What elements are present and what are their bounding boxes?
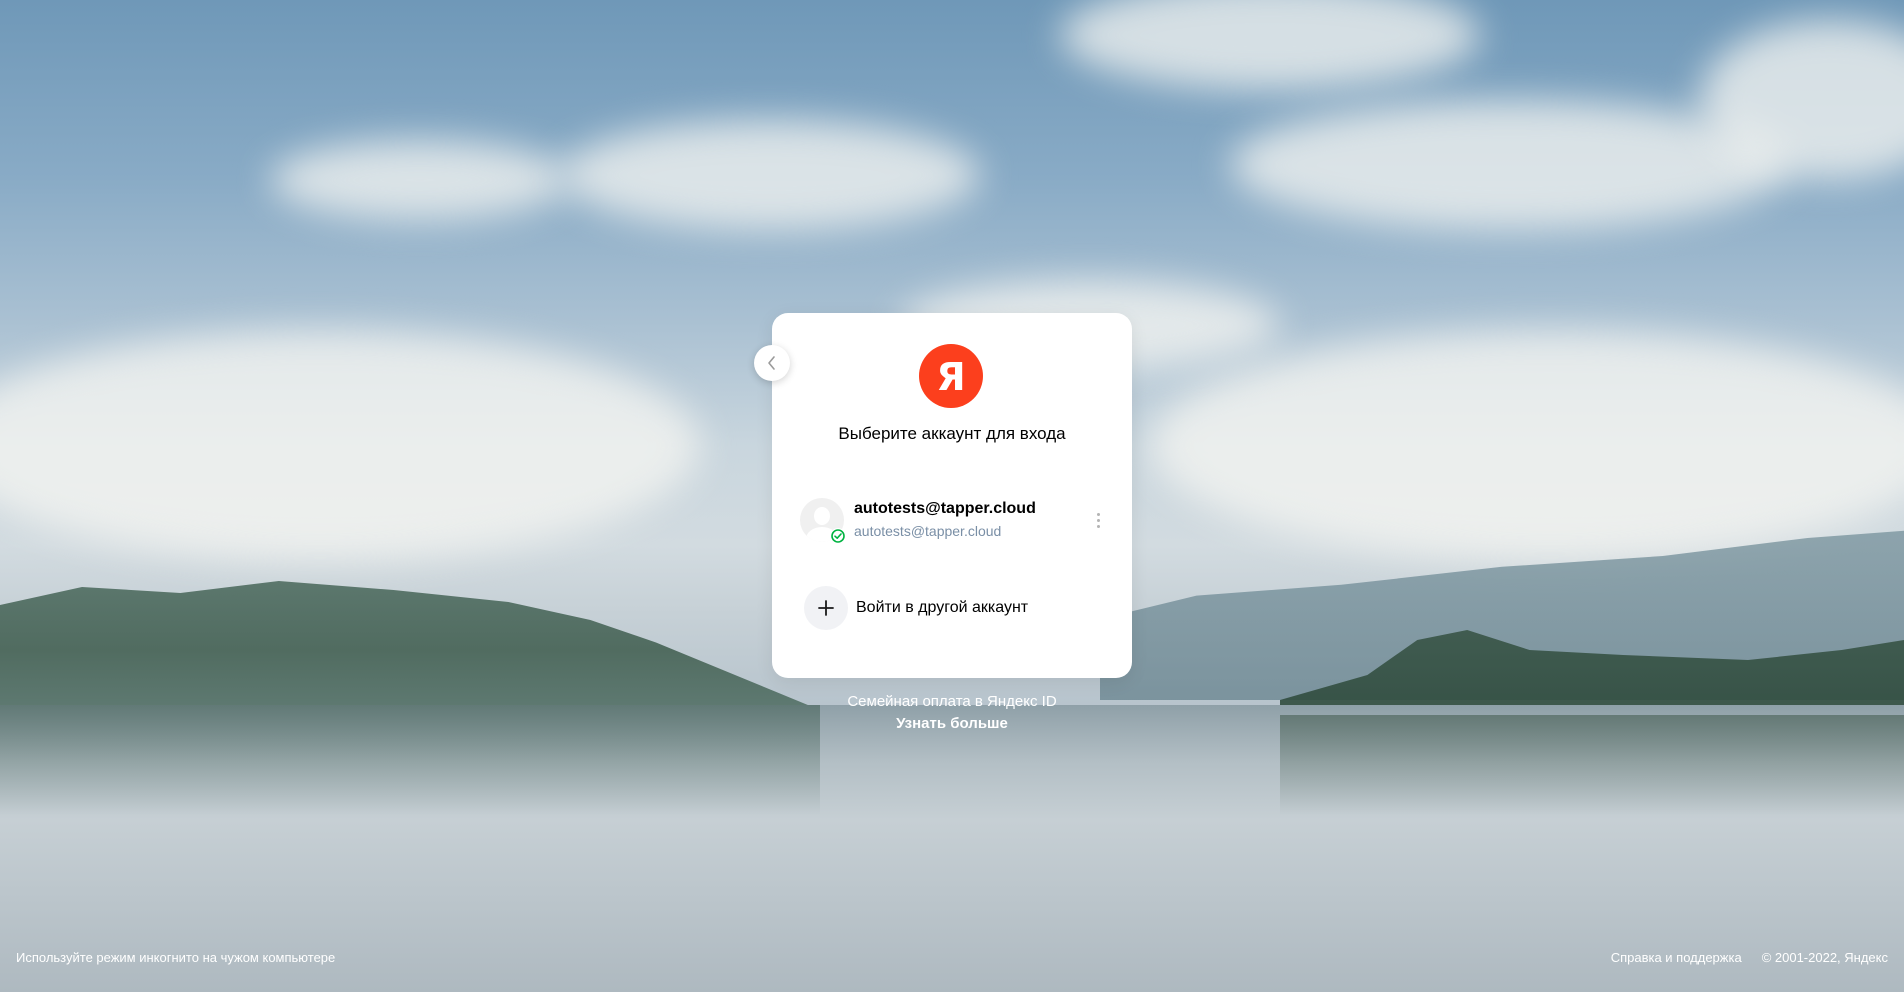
add-account-label: Войти в другой аккаунт [856, 599, 1029, 616]
cloud [270, 140, 570, 220]
yandex-logo: Я [919, 344, 983, 408]
account-chooser-card: Я Выберите аккаунт для входа autotests@t… [772, 313, 1132, 678]
yandex-logo-letter: Я [936, 355, 966, 399]
account-name: autotests@tapper.cloud [854, 500, 1036, 517]
page-background: Я Выберите аккаунт для входа autotests@t… [0, 0, 1904, 992]
avatar-head [814, 507, 830, 525]
chevron-left-icon [768, 356, 775, 370]
copyright: © 2001-2022, Яндекс [1761, 950, 1888, 965]
verified-check-icon [830, 528, 846, 544]
promo-block: Семейная оплата в Яндекс ID Узнать больш… [772, 691, 1132, 735]
learn-more-link[interactable]: Узнать больше [896, 715, 1008, 732]
add-account-button[interactable]: Войти в другой аккаунт [804, 586, 1084, 630]
cloud [0, 330, 700, 560]
card-title: Выберите аккаунт для входа [838, 424, 1066, 443]
account-item[interactable]: autotests@tapper.cloud autotests@tapper.… [800, 496, 1110, 558]
help-link[interactable]: Справка и поддержка [1611, 950, 1742, 965]
footer-links: Справка и поддержка © 2001-2022, Яндекс [1611, 950, 1888, 965]
more-options-icon[interactable] [1088, 508, 1108, 532]
incognito-hint: Используйте режим инкогнито на чужом ком… [16, 950, 336, 965]
forest-hill-left [0, 581, 820, 710]
back-button[interactable] [754, 345, 790, 381]
cloud [1150, 330, 1904, 560]
cloud [560, 120, 980, 230]
cloud [1060, 0, 1480, 90]
promo-text: Семейная оплата в Яндекс ID [847, 693, 1057, 710]
account-email: autotests@tapper.cloud [854, 523, 1002, 539]
reflection-left [0, 705, 820, 815]
plus-icon [804, 586, 848, 630]
reflection-right [1280, 715, 1904, 815]
